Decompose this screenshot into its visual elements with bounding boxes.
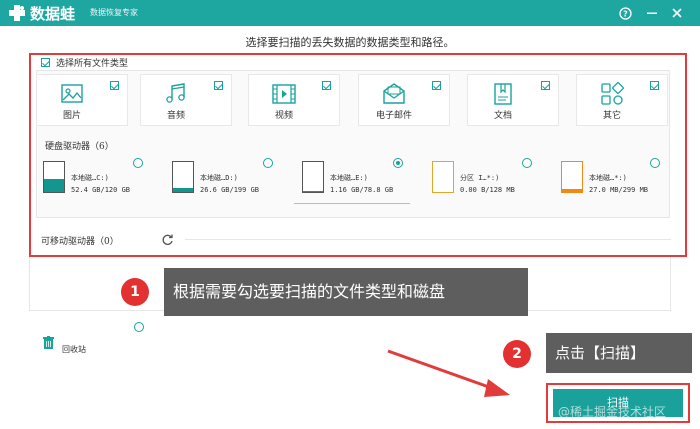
video-icon [272,84,296,104]
file-type-label: 其它 [602,111,621,121]
drive-d-radio[interactable] [263,158,273,168]
file-type-email[interactable]: 电子邮件 [358,74,450,126]
drive-size: 0.00 B/128 MB [460,186,515,194]
file-type-label: 文档 [493,111,512,121]
image-icon [61,84,83,103]
drive-icon [172,161,194,193]
refresh-icon[interactable] [161,233,174,246]
drive-icon [561,161,583,193]
drive-e-radio[interactable] [393,158,403,168]
select-all-checkbox[interactable]: 选择所有文件类型 [41,56,128,69]
removable-divider [185,239,671,240]
file-type-checkbox[interactable] [541,81,550,90]
file-type-video[interactable]: 视频 [248,74,340,126]
drive-c-radio[interactable] [133,158,143,168]
svg-text:?: ? [623,9,628,18]
drive-e[interactable]: 本地磁…E:) 1.16 GB/78.8 GB [302,155,426,205]
file-type-checkbox[interactable] [650,81,659,90]
file-type-label: 视频 [274,111,293,121]
arrow-icon [387,349,510,397]
other-icon [601,82,624,105]
recycle-bin-label: 回收站 [62,345,86,354]
app-name: 数据蛙 [30,5,76,23]
file-type-other[interactable]: 其它 [576,74,668,126]
drive-icon [432,161,454,193]
drive-size: 52.4 GB/120 GB [71,186,131,194]
drive-icon [43,161,65,193]
drive-size: 27.0 MB/299 MB [589,186,649,194]
step1-callout: 根据需要勾选要扫描的文件类型和磁盘 [164,268,528,316]
watermark: @稀土掘金技术社区 [558,405,667,419]
app-logo-icon [9,5,25,21]
file-type-checkbox[interactable] [214,81,223,90]
file-type-label: 图片 [62,111,81,121]
removable-drives-title: 可移动驱动器（0） [41,237,119,247]
drive-name: 本地磁…E:) [330,174,368,182]
selected-drive-underline [294,203,410,204]
step1-badge: 1 [121,278,149,306]
drive-icon [302,161,324,193]
recycle-bin-icon [43,336,54,349]
drive-size: 26.6 GB/199 GB [200,186,260,194]
minimize-icon[interactable] [643,4,661,22]
file-type-audio[interactable]: 音频 [140,74,232,126]
close-icon[interactable] [668,4,686,22]
help-icon[interactable]: ? [616,4,634,22]
drive-name: 本地磁…D:) [200,174,238,182]
step2-callout: 点击【扫描】 [546,333,692,373]
instruction-text: 选择要扫描的丢失数据的数据类型和路径。 [245,36,455,49]
drive-name: 分区 I…*:) [460,174,500,182]
file-type-checkbox[interactable] [322,81,331,90]
mail-icon [383,83,405,104]
file-type-document[interactable]: 文档 [467,74,559,126]
drive-partition-radio[interactable] [522,158,532,168]
file-type-image[interactable]: 图片 [36,74,128,126]
title-bar: 数据蛙 数据恢复专家 ? [0,0,700,26]
music-icon [166,83,185,103]
select-all-label: 选择所有文件类型 [56,59,129,69]
drive-d[interactable]: 本地磁…D:) 26.6 GB/199 GB [172,155,296,205]
recycle-bin-radio[interactable] [134,322,144,332]
drive-local-other[interactable]: 本地磁…*:) 27.0 MB/299 MB [561,155,685,205]
app-subtitle: 数据恢复专家 [90,8,138,17]
file-type-label: 音频 [166,111,185,121]
drive-local-other-radio[interactable] [650,158,660,168]
file-type-checkbox[interactable] [110,81,119,90]
hard-drives-title: 硬盘驱动器（6） [45,142,114,152]
drive-size: 1.16 GB/78.8 GB [330,186,394,194]
drive-c[interactable]: 本地磁…C:) 52.4 GB/120 GB [43,155,167,205]
file-type-checkbox[interactable] [432,81,441,90]
drive-partition[interactable]: 分区 I…*:) 0.00 B/128 MB [432,155,556,205]
file-type-label: 电子邮件 [375,111,412,121]
drive-name: 本地磁…C:) [71,174,109,182]
document-icon [494,83,512,105]
drive-name: 本地磁…*:) [589,174,627,182]
checkbox-checked-icon[interactable] [41,58,50,67]
